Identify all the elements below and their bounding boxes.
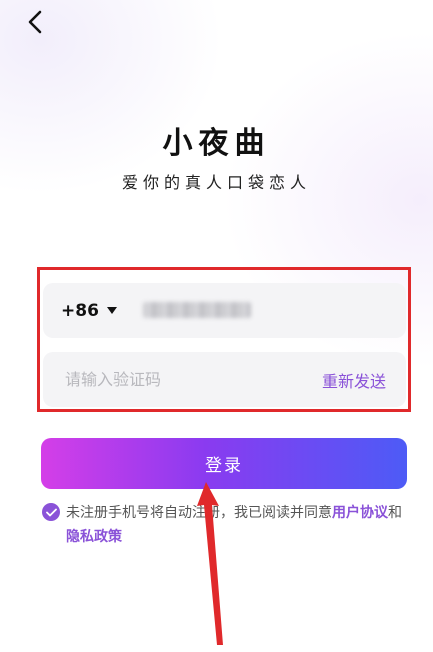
- check-icon: [45, 508, 57, 516]
- highlight-box: [37, 267, 411, 412]
- login-button[interactable]: 登录: [41, 438, 407, 489]
- agreement-and: 和: [388, 505, 402, 521]
- agreement-checkbox[interactable]: [42, 503, 60, 521]
- chevron-left-icon: [28, 10, 42, 34]
- agreement-prefix: 未注册手机号将自动注册，我已阅读并同意: [66, 505, 332, 521]
- user-agreement-link[interactable]: 用户协议: [332, 505, 388, 521]
- app-title: 小夜曲: [162, 126, 271, 161]
- back-button[interactable]: [22, 8, 48, 36]
- app-slogan: 爱你的真人口袋恋人: [121, 173, 311, 192]
- agreement-text: 未注册手机号将自动注册，我已阅读并同意用户协议和隐私政策: [66, 501, 412, 549]
- privacy-policy-link[interactable]: 隐私政策: [66, 529, 122, 545]
